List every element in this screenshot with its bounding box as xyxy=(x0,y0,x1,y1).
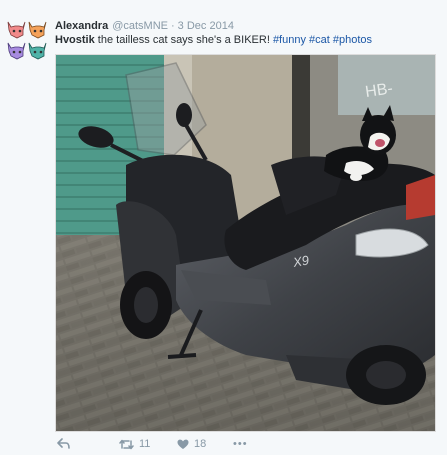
heart-icon xyxy=(177,439,189,449)
hashtag-photos[interactable]: #photos xyxy=(333,34,372,46)
mention-link[interactable]: Hvostik xyxy=(55,34,95,46)
tweet-date[interactable]: 3 Dec 2014 xyxy=(178,20,234,32)
reply-icon xyxy=(57,438,70,449)
tweet-header: Alexandra @catsMNE · 3 Dec 2014 xyxy=(55,19,441,33)
tweet-text: Hvostik the tailless cat says she's a BI… xyxy=(55,33,441,47)
more-icon: ••• xyxy=(233,438,248,450)
avatar-cats-icon xyxy=(6,18,48,60)
retweet-icon xyxy=(119,439,134,449)
more-button[interactable]: ••• xyxy=(233,438,248,450)
hashtag-cat[interactable]: #cat xyxy=(309,34,330,46)
tweet-body: the tailless cat says she's a BIKER! xyxy=(94,34,273,46)
like-button[interactable]: 18 xyxy=(177,438,206,450)
retweet-button[interactable]: 11 xyxy=(119,438,150,450)
user-fullname[interactable]: Alexandra xyxy=(55,20,108,32)
separator-dot: · xyxy=(171,20,175,32)
avatar[interactable] xyxy=(6,18,48,60)
user-handle[interactable]: @catsMNE xyxy=(112,20,168,32)
tweet-actions: 11 18 ••• xyxy=(55,438,441,454)
tweet-card[interactable]: Alexandra @catsMNE · 3 Dec 2014 Hvostik the… xyxy=(0,0,447,455)
reply-button[interactable] xyxy=(57,438,70,449)
hashtag-funny[interactable]: #funny xyxy=(273,34,306,46)
like-count: 18 xyxy=(194,438,207,450)
photo-scooter-cat: HB- X9 xyxy=(56,55,435,431)
retweet-count: 11 xyxy=(139,438,151,450)
scooter-badge: X9 xyxy=(291,252,310,270)
tweet-photo[interactable]: HB- X9 xyxy=(55,54,436,432)
